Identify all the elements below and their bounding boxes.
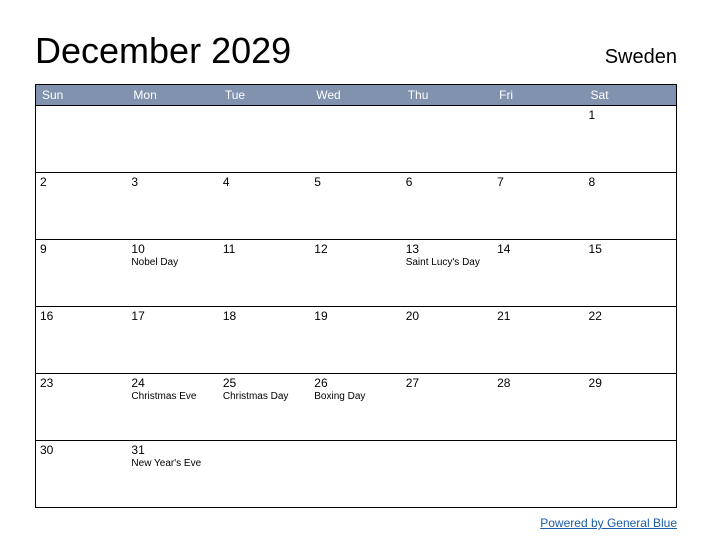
day-number: 26: [314, 376, 397, 390]
footer: Powered by General Blue: [35, 514, 677, 532]
day-number: 14: [497, 242, 580, 256]
day-number: 7: [497, 175, 580, 189]
weekday-sun: Sun: [36, 85, 127, 105]
day-cell: 23: [36, 374, 127, 440]
day-number: 29: [589, 376, 672, 390]
day-number: 25: [223, 376, 306, 390]
day-number: 12: [314, 242, 397, 256]
day-number: 19: [314, 309, 397, 323]
day-number: 10: [131, 242, 214, 256]
day-cell: 30: [36, 441, 127, 507]
day-cell: [493, 106, 584, 172]
day-cell: 12: [310, 240, 401, 306]
day-number: 9: [40, 242, 123, 256]
day-cell: 24Christmas Eve: [127, 374, 218, 440]
day-cell: 16: [36, 307, 127, 373]
day-number: 2: [40, 175, 123, 189]
day-number: 28: [497, 376, 580, 390]
day-cell: 10Nobel Day: [127, 240, 218, 306]
day-cell: 8: [585, 173, 676, 239]
day-number: 23: [40, 376, 123, 390]
region-label: Sweden: [605, 46, 677, 69]
day-number: 8: [589, 175, 672, 189]
day-number: 17: [131, 309, 214, 323]
day-number: 30: [40, 443, 123, 457]
day-cell: 22: [585, 307, 676, 373]
day-cell: [127, 106, 218, 172]
day-number: 6: [406, 175, 489, 189]
day-cell: 26Boxing Day: [310, 374, 401, 440]
day-cell: 3: [127, 173, 218, 239]
month-year-title: December 2029: [35, 30, 291, 72]
day-cell: [402, 106, 493, 172]
day-number: 20: [406, 309, 489, 323]
day-cell: 21: [493, 307, 584, 373]
day-cell: [219, 441, 310, 507]
day-event: Christmas Day: [223, 391, 306, 402]
day-number: 15: [589, 242, 672, 256]
day-event: Christmas Eve: [131, 391, 214, 402]
day-number: 4: [223, 175, 306, 189]
day-event: New Year's Eve: [131, 458, 214, 469]
day-cell: 28: [493, 374, 584, 440]
day-cell: 7: [493, 173, 584, 239]
day-cell: 27: [402, 374, 493, 440]
week-row: 2 3 4 5 6 7 8: [36, 172, 676, 239]
day-cell: [310, 106, 401, 172]
day-event: Boxing Day: [314, 391, 397, 402]
day-number: 31: [131, 443, 214, 457]
day-cell: [36, 106, 127, 172]
day-cell: 9: [36, 240, 127, 306]
day-cell: 13Saint Lucy's Day: [402, 240, 493, 306]
day-cell: 17: [127, 307, 218, 373]
day-cell: 29: [585, 374, 676, 440]
day-number: 21: [497, 309, 580, 323]
weekday-thu: Thu: [402, 85, 493, 105]
day-cell: [219, 106, 310, 172]
weekday-header-row: Sun Mon Tue Wed Thu Fri Sat: [36, 85, 676, 105]
calendar-grid: Sun Mon Tue Wed Thu Fri Sat 1 2 3 4 5 6 …: [35, 84, 677, 508]
day-number: 27: [406, 376, 489, 390]
day-cell: 1: [585, 106, 676, 172]
day-number: 11: [223, 242, 306, 256]
day-cell: 11: [219, 240, 310, 306]
day-cell: [310, 441, 401, 507]
weekday-wed: Wed: [310, 85, 401, 105]
weekday-mon: Mon: [127, 85, 218, 105]
day-cell: 2: [36, 173, 127, 239]
day-number: 13: [406, 242, 489, 256]
day-cell: 4: [219, 173, 310, 239]
day-number: 3: [131, 175, 214, 189]
day-number: 22: [589, 309, 672, 323]
day-cell: 15: [585, 240, 676, 306]
day-cell: 6: [402, 173, 493, 239]
day-cell: 25Christmas Day: [219, 374, 310, 440]
day-number: 1: [589, 108, 672, 122]
week-row: 16 17 18 19 20 21 22: [36, 306, 676, 373]
day-number: 16: [40, 309, 123, 323]
day-number: 24: [131, 376, 214, 390]
day-cell: [493, 441, 584, 507]
week-row: 23 24Christmas Eve 25Christmas Day 26Box…: [36, 373, 676, 440]
day-event: Nobel Day: [131, 257, 214, 268]
calendar-header: December 2029 Sweden: [35, 30, 677, 72]
day-cell: 14: [493, 240, 584, 306]
week-row: 30 31New Year's Eve: [36, 440, 676, 507]
day-cell: 5: [310, 173, 401, 239]
day-cell: 18: [219, 307, 310, 373]
day-cell: [585, 441, 676, 507]
day-cell: [402, 441, 493, 507]
day-number: 5: [314, 175, 397, 189]
weekday-fri: Fri: [493, 85, 584, 105]
day-number: 18: [223, 309, 306, 323]
day-cell: 31New Year's Eve: [127, 441, 218, 507]
day-event: Saint Lucy's Day: [406, 257, 489, 268]
day-cell: 20: [402, 307, 493, 373]
powered-by-link[interactable]: Powered by General Blue: [540, 516, 677, 530]
week-row: 1: [36, 105, 676, 172]
weekday-sat: Sat: [585, 85, 676, 105]
day-cell: 19: [310, 307, 401, 373]
week-row: 9 10Nobel Day 11 12 13Saint Lucy's Day 1…: [36, 239, 676, 306]
weekday-tue: Tue: [219, 85, 310, 105]
